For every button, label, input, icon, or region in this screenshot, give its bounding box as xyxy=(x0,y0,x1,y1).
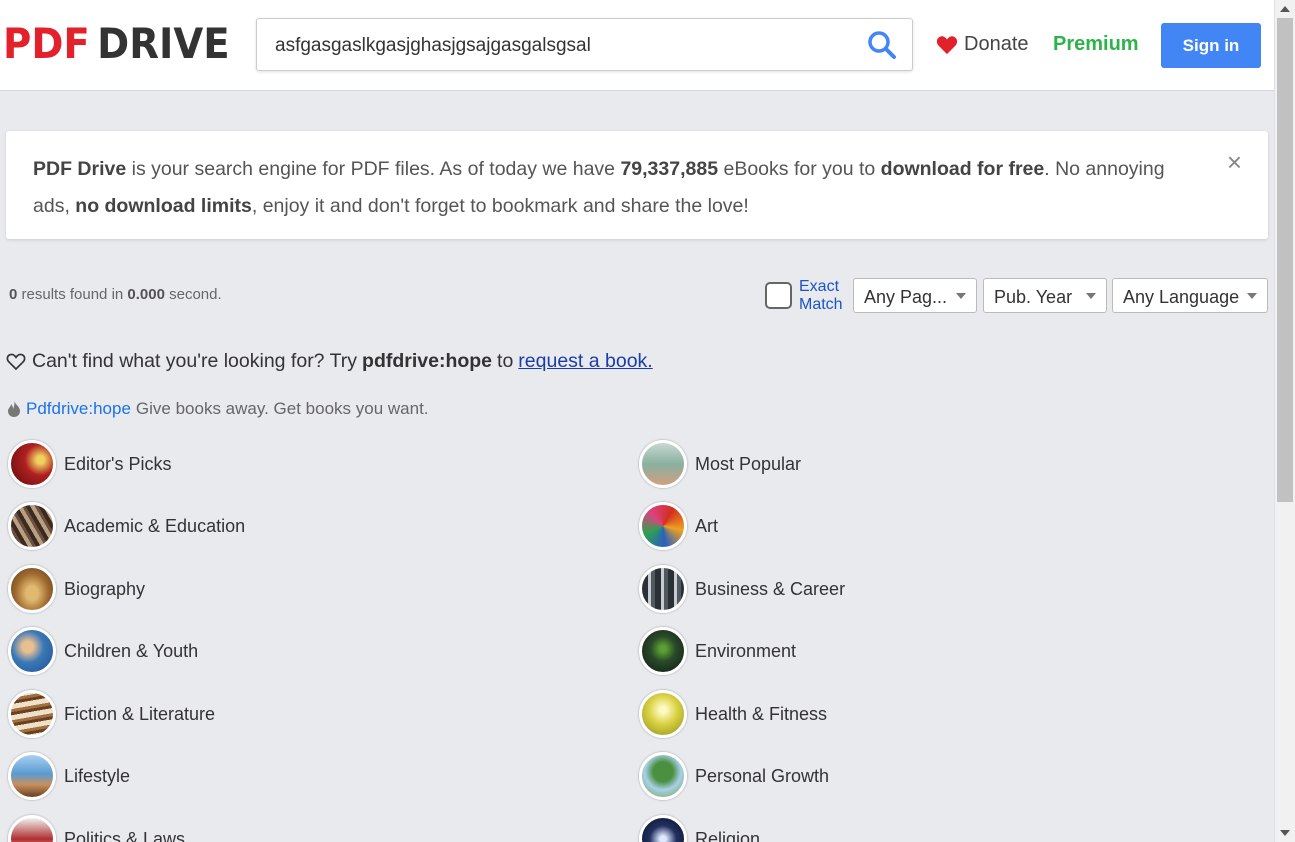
intro-banner: PDF Drive is your search engine for PDF … xyxy=(6,131,1268,239)
category-thumbnail xyxy=(8,627,56,675)
category-business-career[interactable]: Business & Career xyxy=(639,565,845,613)
premium-link[interactable]: Premium xyxy=(1053,33,1139,56)
request-keyword: pdfdrive:hope xyxy=(362,350,493,372)
category-label: Business & Career xyxy=(695,578,846,599)
category-label: Academic & Education xyxy=(64,515,246,536)
donate-label: Donate xyxy=(964,33,1029,55)
banner-text-2: eBooks for you to xyxy=(718,158,881,180)
category-label: Art xyxy=(695,515,719,536)
hope-link[interactable]: Pdfdrive:hope xyxy=(26,399,131,419)
logo-drive-text: DRIVE xyxy=(97,19,230,68)
category-thumbnail xyxy=(639,502,687,550)
search-input[interactable] xyxy=(275,33,845,59)
heart-outline-icon xyxy=(6,353,26,371)
banner-limits: no download limits xyxy=(75,195,252,217)
flame-icon xyxy=(8,401,20,417)
exact-match-checkbox[interactable] xyxy=(765,282,792,309)
exact-match-text: Exact Match xyxy=(799,278,843,313)
banner-free: download for free xyxy=(880,158,1045,180)
category-fiction-literature[interactable]: Fiction & Literature xyxy=(8,690,215,738)
category-label: Fiction & Literature xyxy=(64,703,216,724)
scroll-down-arrow-icon[interactable] xyxy=(1280,830,1290,836)
category-health-fitness[interactable]: Health & Fitness xyxy=(639,690,827,738)
pages-filter-select[interactable]: Any Pag... xyxy=(853,278,977,313)
category-label: Children & Youth xyxy=(64,640,199,661)
year-filter-select[interactable]: Pub. Year xyxy=(983,278,1107,313)
category-label: Editor's Picks xyxy=(64,453,172,474)
chevron-down-icon xyxy=(956,293,966,299)
request-book-line: Can't find what you're looking for? Try … xyxy=(6,350,653,373)
category-thumbnail xyxy=(639,440,687,488)
close-icon[interactable]: × xyxy=(1227,147,1242,177)
category-personal-growth[interactable]: Personal Growth xyxy=(639,752,829,800)
category-lifestyle[interactable]: Lifestyle xyxy=(8,752,130,800)
category-label: Health & Fitness xyxy=(695,703,828,724)
category-thumbnail xyxy=(639,565,687,613)
category-editors-picks[interactable]: Editor's Picks xyxy=(8,440,171,488)
category-children-youth[interactable]: Children & Youth xyxy=(8,627,198,675)
category-art[interactable]: Art xyxy=(639,502,718,550)
request-book-link[interactable]: request a book. xyxy=(518,350,652,373)
category-label: Most Popular xyxy=(695,453,802,474)
category-thumbnail xyxy=(8,815,56,842)
scroll-up-arrow-icon[interactable] xyxy=(1280,6,1290,12)
chevron-down-icon xyxy=(1247,293,1257,299)
sign-in-button[interactable]: Sign in xyxy=(1161,23,1261,68)
category-environment[interactable]: Environment xyxy=(639,627,796,675)
logo-pdf-text: PDF xyxy=(3,19,90,68)
year-filter-value: Pub. Year xyxy=(994,287,1073,307)
scrollbar-thumb[interactable] xyxy=(1277,18,1293,502)
exact-match-label[interactable]: Exact Match xyxy=(799,278,849,314)
chevron-down-icon xyxy=(1086,293,1096,299)
category-academic-education[interactable]: Academic & Education xyxy=(8,502,245,550)
category-religion[interactable]: Religion xyxy=(639,815,760,842)
results-summary: 0 results found in 0.000 second. xyxy=(9,286,222,303)
category-thumbnail xyxy=(639,752,687,800)
results-time: 0.000 xyxy=(127,286,165,303)
category-thumbnail xyxy=(639,690,687,738)
banner-brand: PDF Drive xyxy=(33,158,127,180)
category-label: Environment xyxy=(695,640,797,661)
request-text-1: Can't find what you're looking for? Try xyxy=(32,350,358,372)
category-thumbnail xyxy=(8,690,56,738)
pdfdrive-logo[interactable]: PDF DRIVE xyxy=(3,22,230,66)
category-thumbnail xyxy=(8,565,56,613)
heart-icon xyxy=(936,35,958,54)
banner-text-1: is your search engine for PDF files. As … xyxy=(126,158,621,180)
category-thumbnail xyxy=(639,815,687,842)
language-filter-select[interactable]: Any Language xyxy=(1112,278,1268,313)
category-label: Politics & Laws xyxy=(64,828,186,842)
category-label: Lifestyle xyxy=(64,765,131,786)
category-most-popular[interactable]: Most Popular xyxy=(639,440,801,488)
category-thumbnail xyxy=(8,502,56,550)
pages-filter-value: Any Pag... xyxy=(864,287,948,307)
page-scrollbar[interactable] xyxy=(1274,0,1295,842)
search-box xyxy=(256,18,913,71)
category-label: Biography xyxy=(64,578,146,599)
banner-text-4: , enjoy it and don't forget to bookmark … xyxy=(251,195,749,217)
category-biography[interactable]: Biography xyxy=(8,565,145,613)
search-icon[interactable] xyxy=(866,29,898,61)
top-header: PDFDRIVE Donate Premium Sign in xyxy=(0,0,1274,91)
category-label: Religion xyxy=(695,828,761,842)
donate-link[interactable]: Donate xyxy=(936,33,1029,56)
request-text-2: to xyxy=(497,350,514,372)
category-politics-laws[interactable]: Politics & Laws xyxy=(8,815,185,842)
banner-count: 79,337,885 xyxy=(620,158,719,180)
language-filter-value: Any Language xyxy=(1123,287,1240,307)
category-label: Personal Growth xyxy=(695,765,830,786)
category-thumbnail xyxy=(8,440,56,488)
hope-text: Give books away. Get books you want. xyxy=(135,399,429,418)
category-thumbnail xyxy=(639,627,687,675)
hope-line: Pdfdrive:hope Give books away. Get books… xyxy=(6,399,429,419)
results-text-1: results found in xyxy=(17,286,128,303)
category-thumbnail xyxy=(8,752,56,800)
results-text-2: second. xyxy=(164,286,222,303)
